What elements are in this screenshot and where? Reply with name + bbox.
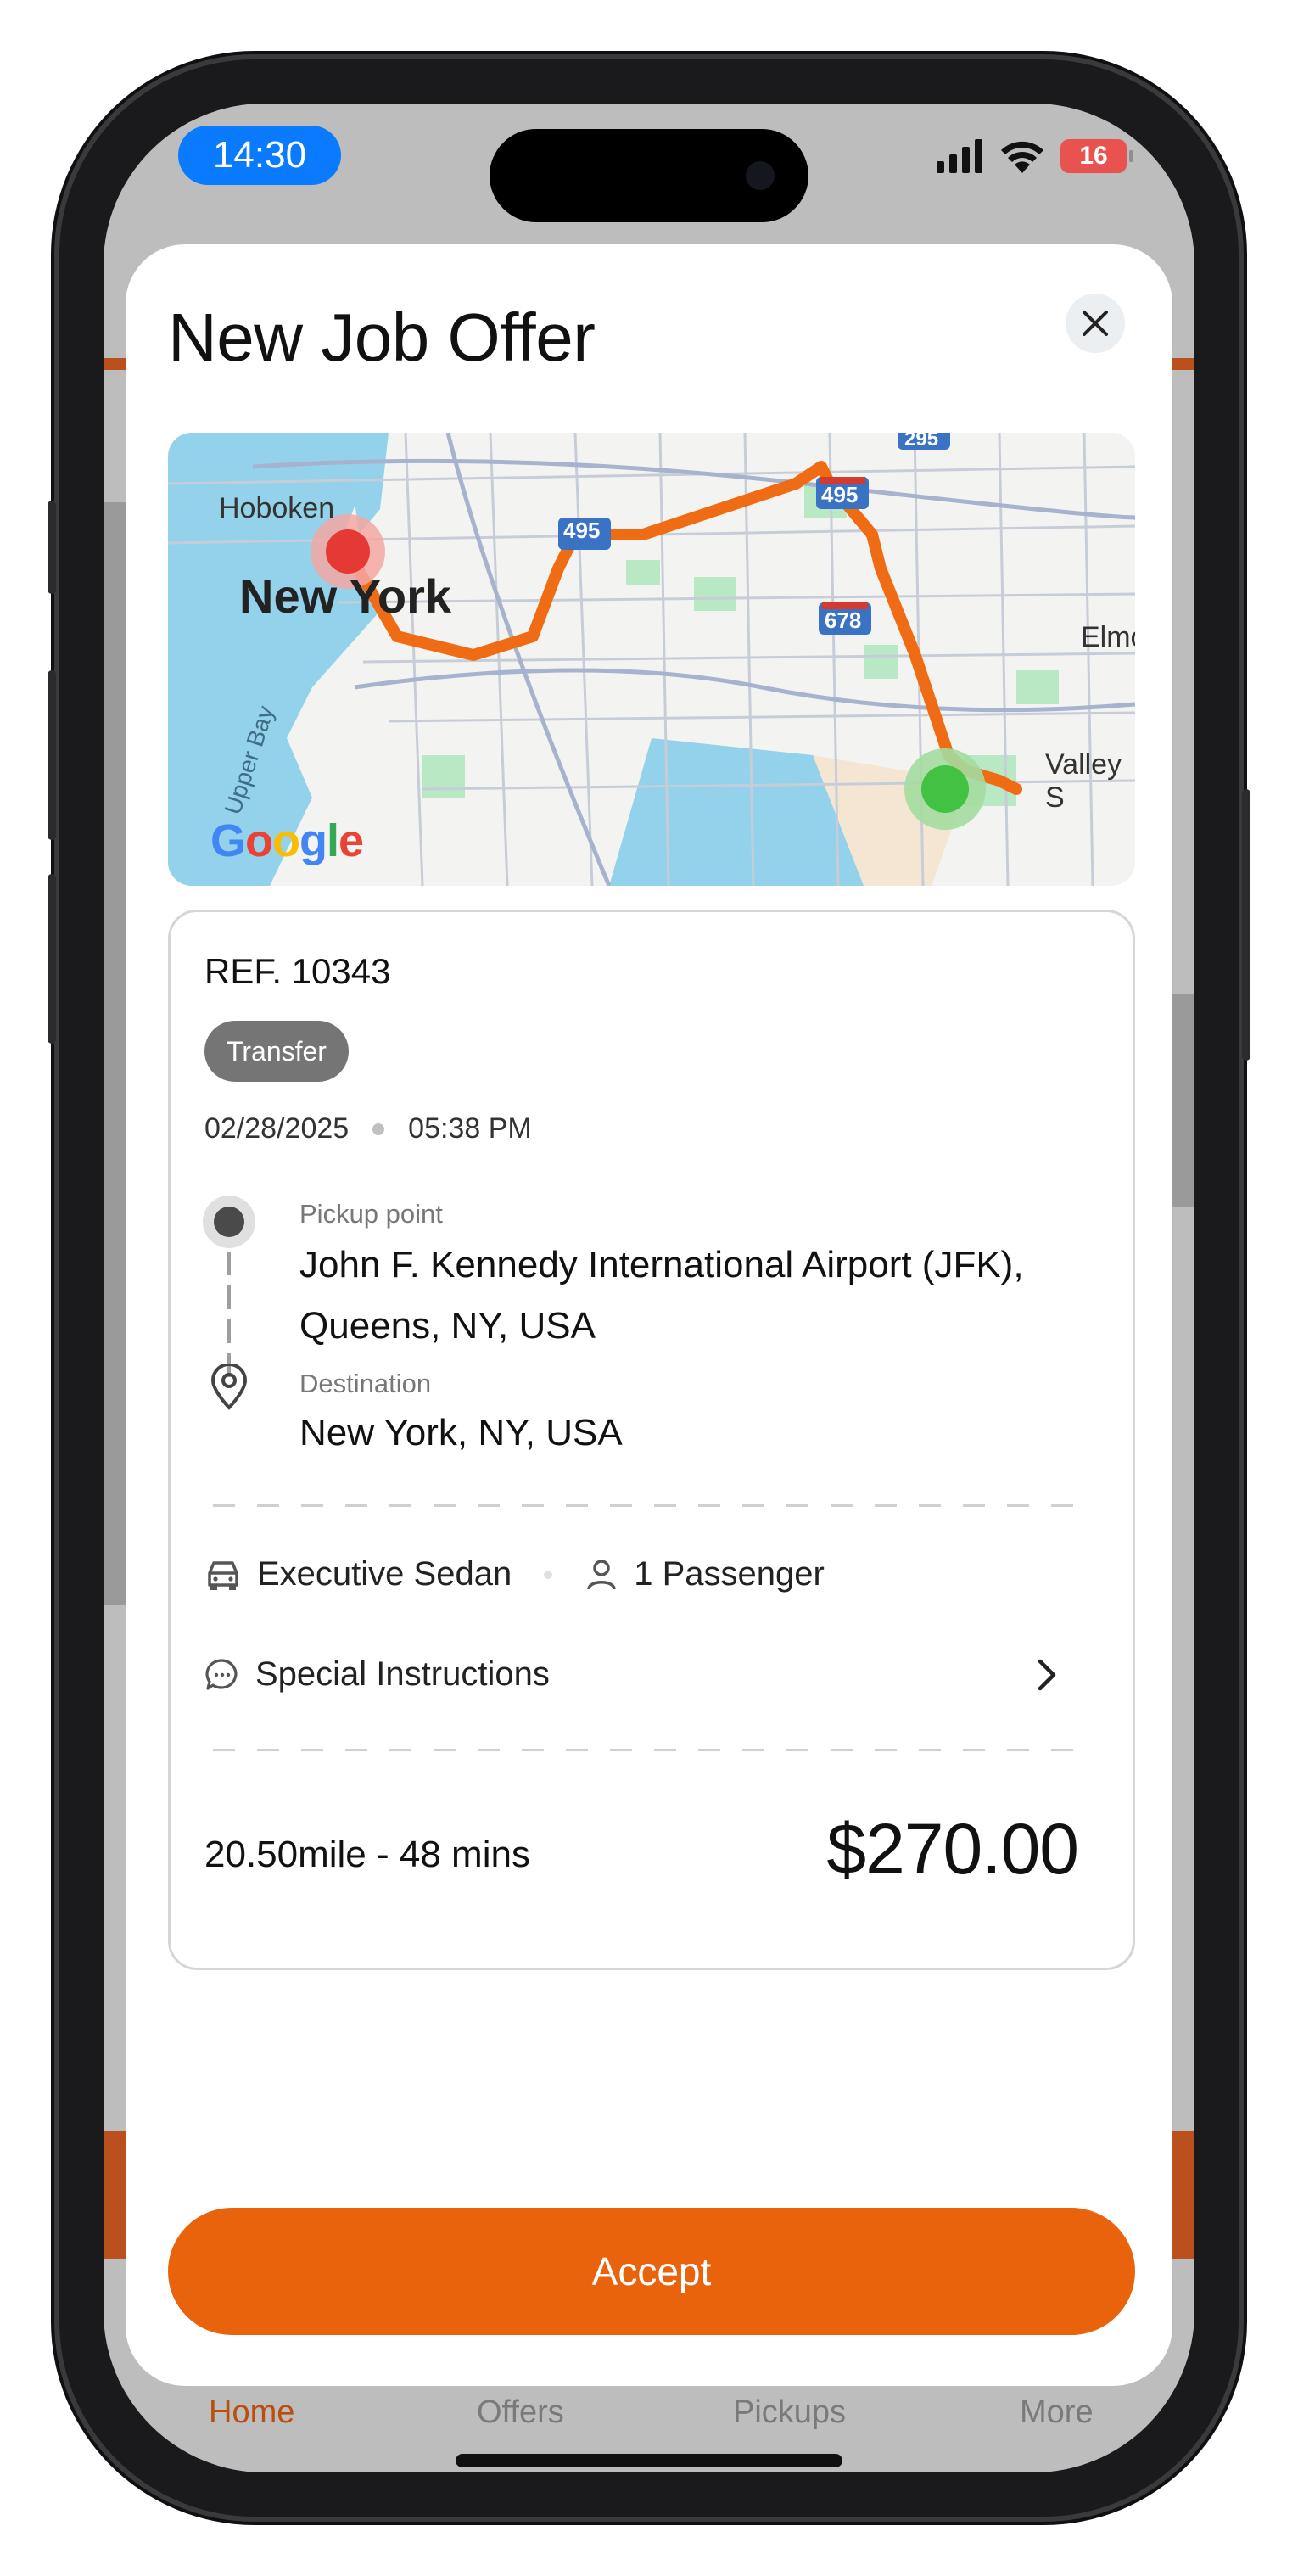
tab-bar: Home Offers Pickups More: [104, 2394, 1194, 2445]
dropoff-marker[interactable]: [921, 765, 969, 813]
chat-bubble-icon: [204, 1657, 240, 1693]
camera-icon: [746, 161, 775, 190]
map-shield-495-b: 495: [821, 482, 859, 507]
job-type-badge: Transfer: [204, 1021, 349, 1082]
volume-up-button: [48, 670, 56, 840]
battery-icon: 16: [1060, 139, 1133, 173]
pickup-dot-icon: [203, 1196, 255, 1248]
map-shield-495-a: 495: [563, 518, 601, 543]
power-button: [1242, 789, 1250, 1061]
location-pin-icon: [210, 1364, 248, 1410]
status-time: 14:30: [178, 126, 341, 185]
home-indicator[interactable]: [456, 2454, 842, 2467]
route-map[interactable]: Hoboken New York Elmo Valley S Upper Bay…: [168, 433, 1135, 886]
vehicle-type: Executive Sedan: [257, 1555, 512, 1593]
passenger-count: 1 Passenger: [634, 1555, 825, 1593]
wifi-icon: [1001, 141, 1043, 173]
pickup-label: Pickup point: [299, 1199, 443, 1229]
close-icon: [1083, 311, 1108, 336]
modal-title: New Job Offer: [168, 300, 596, 375]
google-logo: Google: [210, 815, 364, 866]
accept-button[interactable]: Accept: [168, 2208, 1135, 2335]
special-instructions-label: Special Instructions: [255, 1655, 550, 1693]
divider-2: [213, 1749, 1095, 1751]
vehicle-passenger-row: Executive Sedan 1 Passenger: [204, 1555, 825, 1593]
pickup-marker[interactable]: [326, 529, 370, 574]
job-offer-modal: New Job Offer Hoboken New York Elm Valle…: [126, 244, 1172, 2386]
pickup-value: John F. Kennedy International Airport (J…: [299, 1244, 1024, 1347]
info-separator: [544, 1570, 553, 1579]
map-label-hoboken: Hoboken: [219, 492, 335, 524]
tab-more[interactable]: More: [1020, 2394, 1094, 2431]
action-button: [48, 501, 56, 594]
status-icons: 16: [937, 137, 1133, 175]
person-icon: [585, 1558, 618, 1592]
cellular-signal-icon: [937, 139, 982, 173]
tab-pickups[interactable]: Pickups: [733, 2394, 846, 2431]
route-connector-line: [227, 1252, 231, 1379]
destination-label: Destination: [299, 1369, 432, 1398]
job-details-card: REF. 10343 Transfer 02/28/2025 05:38 PM …: [168, 910, 1135, 1970]
close-button[interactable]: [1066, 294, 1125, 353]
dynamic-island: [490, 129, 808, 222]
job-time: 05:38 PM: [408, 1112, 532, 1145]
trip-distance-duration: 20.50mile - 48 mins: [204, 1834, 530, 1875]
divider-1: [213, 1504, 1095, 1507]
map-label-new-york: New York: [239, 569, 452, 623]
map-label-valley-stream: Valley S: [1045, 748, 1122, 814]
special-instructions-row[interactable]: Special Instructions: [204, 1655, 1104, 1694]
chevron-right-icon: [1038, 1659, 1056, 1690]
destination-value: New York, NY, USA: [299, 1412, 623, 1453]
job-date: 02/28/2025: [204, 1112, 350, 1145]
tab-home[interactable]: Home: [209, 2394, 294, 2431]
job-datetime: 02/28/2025 05:38 PM: [204, 1112, 532, 1145]
volume-down-button: [48, 874, 56, 1044]
map-label-elmo: Elmo: [1081, 621, 1135, 653]
phone-screen: 14:30 16 New Job Offer Hoboken New York …: [104, 104, 1194, 2472]
background-map-edge-right: [1169, 994, 1194, 1207]
tab-offers[interactable]: Offers: [477, 2394, 564, 2431]
job-reference: REF. 10343: [204, 951, 391, 991]
car-icon: [204, 1558, 242, 1592]
job-price: $270.00: [826, 1809, 1079, 1889]
map-shield-678: 678: [825, 608, 862, 633]
datetime-separator: [372, 1123, 385, 1135]
map-shield-295: 295: [904, 433, 939, 451]
